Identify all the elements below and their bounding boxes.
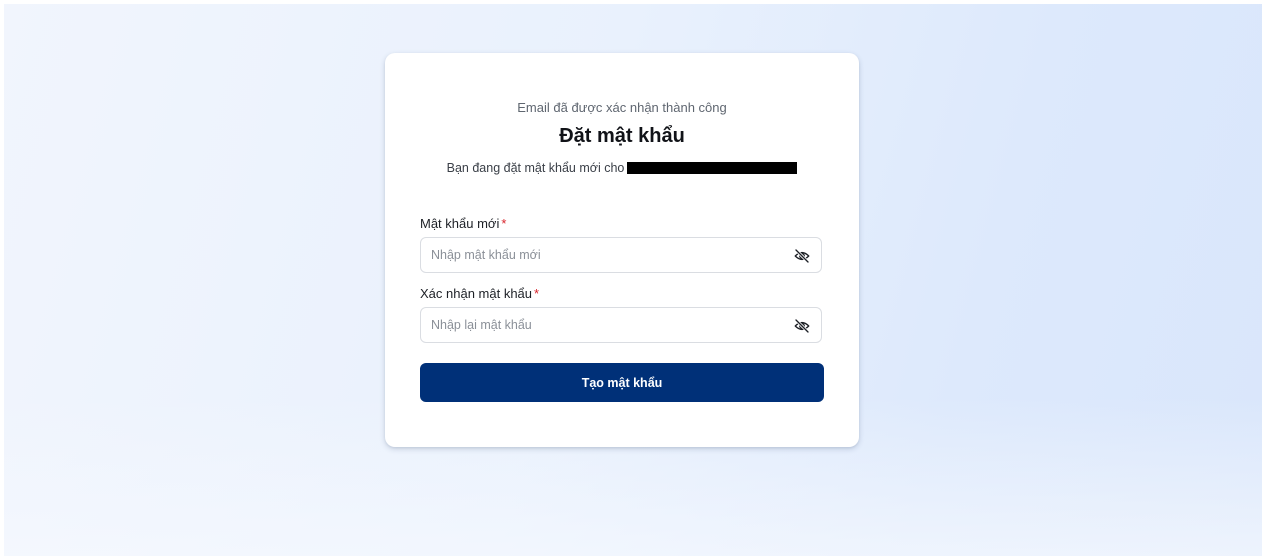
- confirm-password-label-text: Xác nhận mật khẩu: [420, 286, 533, 301]
- new-password-field: [420, 237, 822, 273]
- email-verified-message: Email đã được xác nhận thành công: [517, 100, 727, 115]
- eye-off-icon[interactable]: [793, 247, 811, 265]
- eye-off-icon[interactable]: [793, 317, 811, 335]
- page-title: Đặt mật khẩu: [559, 125, 685, 147]
- description-text: Bạn đang đặt mật khẩu mới cho: [446, 161, 625, 175]
- required-mark: *: [534, 286, 540, 301]
- set-password-card: Email đã được xác nhận thành công Đặt mậ…: [385, 53, 859, 447]
- confirm-password-label: Xác nhận mật khẩu *: [420, 286, 539, 301]
- new-password-label-text: Mật khẩu mới: [420, 216, 500, 231]
- new-password-label: Mật khẩu mới *: [420, 216, 506, 231]
- confirm-password-input[interactable]: [431, 308, 781, 342]
- set-password-description: Bạn đang đặt mật khẩu mới cho: [385, 161, 859, 175]
- redacted-email: [627, 162, 798, 174]
- new-password-input[interactable]: [431, 238, 781, 272]
- required-mark: *: [501, 216, 507, 231]
- confirm-password-field: [420, 307, 822, 343]
- create-password-button[interactable]: Tạo mật khẩu: [420, 363, 824, 402]
